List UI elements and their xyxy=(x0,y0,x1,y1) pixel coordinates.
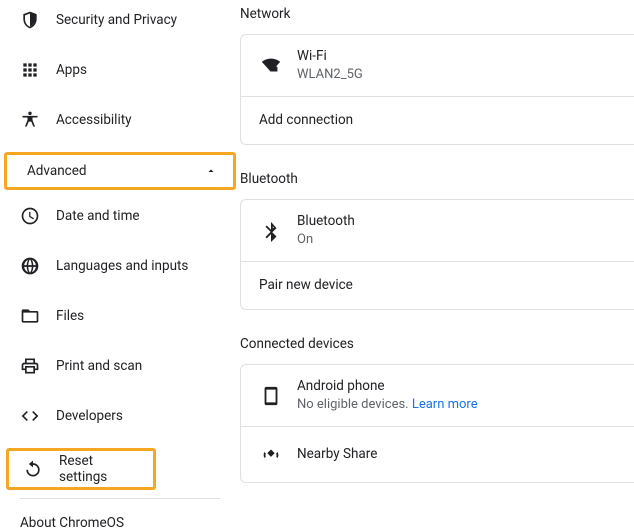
section-title-connected: Connected devices xyxy=(240,332,634,364)
sidebar-item-label: Languages and inputs xyxy=(56,258,188,274)
phone-icon xyxy=(259,384,283,408)
bluetooth-row[interactable]: Bluetooth On xyxy=(241,200,634,261)
android-title: Android phone xyxy=(297,377,478,396)
sidebar-item-reset[interactable]: Reset settings xyxy=(9,451,153,487)
reset-highlight: Reset settings xyxy=(6,448,156,490)
sidebar-item-label: Print and scan xyxy=(56,358,142,374)
sidebar-item-label: Files xyxy=(56,308,84,324)
wifi-icon xyxy=(259,54,283,78)
globe-icon xyxy=(20,256,40,276)
reset-icon xyxy=(23,459,43,479)
apps-icon xyxy=(20,60,40,80)
sidebar-item-accessibility[interactable]: Accessibility xyxy=(0,100,232,140)
clock-icon xyxy=(20,206,40,226)
printer-icon xyxy=(20,356,40,376)
android-sub: No eligible devices. Learn more xyxy=(297,396,478,414)
sidebar-item-label: Reset settings xyxy=(59,453,141,485)
section-title-network: Network xyxy=(240,2,634,34)
sidebar-item-date-time[interactable]: Date and time xyxy=(0,196,232,236)
pair-device-label: Pair new device xyxy=(259,276,353,295)
nearby-share-row[interactable]: Nearby Share xyxy=(241,426,634,482)
sidebar: Security and Privacy Apps Accessibility … xyxy=(0,0,240,510)
accessibility-icon xyxy=(20,110,40,130)
sidebar-item-print[interactable]: Print and scan xyxy=(0,346,232,386)
bluetooth-sub: On xyxy=(297,231,355,249)
folder-icon xyxy=(20,306,40,326)
bluetooth-card: Bluetooth On Pair new device xyxy=(240,199,634,310)
main-content: Network Wi-Fi WLAN2_5G Add connection Bl… xyxy=(240,0,634,510)
learn-more-link[interactable]: Learn more xyxy=(412,397,478,412)
sidebar-about[interactable]: About ChromeOS xyxy=(0,503,240,531)
connected-card: Android phone No eligible devices. Learn… xyxy=(240,364,634,483)
advanced-label: Advanced xyxy=(27,163,87,179)
pair-device-row[interactable]: Pair new device xyxy=(241,261,634,309)
android-phone-row[interactable]: Android phone No eligible devices. Learn… xyxy=(241,365,634,426)
nearby-share-icon xyxy=(259,443,283,467)
network-card: Wi-Fi WLAN2_5G Add connection xyxy=(240,34,634,145)
about-label: About ChromeOS xyxy=(20,515,124,531)
advanced-highlight: Advanced xyxy=(4,152,236,190)
nearby-title: Nearby Share xyxy=(297,445,377,464)
code-icon xyxy=(20,406,40,426)
sidebar-item-developers[interactable]: Developers xyxy=(0,396,232,436)
sidebar-item-label: Developers xyxy=(56,408,123,424)
sidebar-item-label: Date and time xyxy=(56,208,140,224)
chevron-up-icon xyxy=(205,165,217,177)
add-connection-row[interactable]: Add connection xyxy=(241,96,634,144)
add-connection-label: Add connection xyxy=(259,111,353,130)
section-title-bluetooth: Bluetooth xyxy=(240,167,634,199)
sidebar-item-apps[interactable]: Apps xyxy=(0,50,232,90)
sidebar-item-label: Apps xyxy=(56,62,87,78)
sidebar-divider xyxy=(20,498,220,499)
bluetooth-title: Bluetooth xyxy=(297,212,355,231)
sidebar-item-languages[interactable]: Languages and inputs xyxy=(0,246,232,286)
bluetooth-icon xyxy=(259,219,283,243)
wifi-row[interactable]: Wi-Fi WLAN2_5G xyxy=(241,35,634,96)
sidebar-item-files[interactable]: Files xyxy=(0,296,232,336)
sidebar-item-label: Accessibility xyxy=(56,112,132,128)
sidebar-advanced-toggle[interactable]: Advanced xyxy=(7,155,233,187)
wifi-sub: WLAN2_5G xyxy=(297,66,363,84)
shield-icon xyxy=(20,10,40,30)
sidebar-item-security[interactable]: Security and Privacy xyxy=(0,0,232,40)
sidebar-item-label: Security and Privacy xyxy=(56,12,177,28)
wifi-title: Wi-Fi xyxy=(297,47,363,66)
